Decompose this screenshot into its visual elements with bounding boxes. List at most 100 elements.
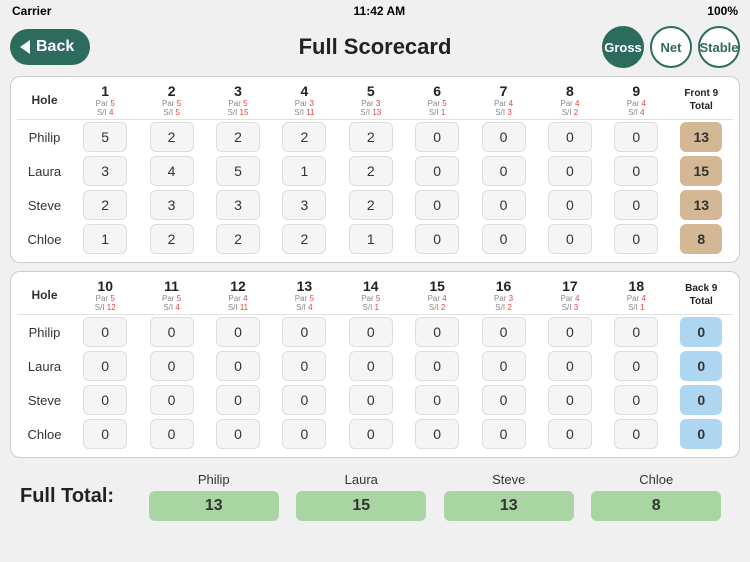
chloe-f9[interactable]: 0 xyxy=(603,222,669,256)
hole-17-header: 17 Par 4 S/I 3 xyxy=(537,278,603,315)
steve-f2[interactable]: 3 xyxy=(138,188,204,222)
steve-total-name: Steve xyxy=(492,472,525,487)
steve-b12[interactable]: 0 xyxy=(205,383,271,417)
steve-f5[interactable]: 2 xyxy=(338,188,404,222)
steve-b10[interactable]: 0 xyxy=(72,383,138,417)
chloe-b10[interactable]: 0 xyxy=(72,417,138,451)
chloe-b17[interactable]: 0 xyxy=(537,417,603,451)
laura-f2[interactable]: 4 xyxy=(138,154,204,188)
laura-b10[interactable]: 0 xyxy=(72,349,138,383)
chloe-f6[interactable]: 0 xyxy=(404,222,470,256)
philip-b12[interactable]: 0 xyxy=(205,315,271,350)
laura-back-total: 0 xyxy=(670,349,733,383)
full-total-label: Full Total: xyxy=(20,485,140,508)
philip-f8[interactable]: 0 xyxy=(537,120,603,155)
front-nine-header-row: Hole 1 Par 5 S/I 4 2 Par 5 S/I 5 xyxy=(17,83,733,120)
laura-f1[interactable]: 3 xyxy=(72,154,138,188)
steve-b14[interactable]: 0 xyxy=(338,383,404,417)
hole-1-header: 1 Par 5 S/I 4 xyxy=(72,83,138,120)
hole-18-header: 18 Par 4 S/I 1 xyxy=(603,278,669,315)
laura-f4[interactable]: 1 xyxy=(271,154,337,188)
philip-b14[interactable]: 0 xyxy=(338,315,404,350)
chloe-b15[interactable]: 0 xyxy=(404,417,470,451)
philip-b11[interactable]: 0 xyxy=(138,315,204,350)
laura-back-row: Laura 0 0 0 0 0 0 0 0 0 0 xyxy=(17,349,733,383)
chloe-front-total: 8 xyxy=(670,222,733,256)
laura-f9[interactable]: 0 xyxy=(603,154,669,188)
philip-f6[interactable]: 0 xyxy=(404,120,470,155)
philip-name: Philip xyxy=(17,120,72,155)
chloe-f1[interactable]: 1 xyxy=(72,222,138,256)
net-button[interactable]: Net xyxy=(650,26,692,68)
philip-f3[interactable]: 2 xyxy=(205,120,271,155)
laura-b17[interactable]: 0 xyxy=(537,349,603,383)
chloe-f7[interactable]: 0 xyxy=(470,222,536,256)
hole-7-header: 7 Par 4 S/I 3 xyxy=(470,83,536,120)
chloe-total-value: 8 xyxy=(591,491,721,521)
steve-b18[interactable]: 0 xyxy=(603,383,669,417)
philip-f4[interactable]: 2 xyxy=(271,120,337,155)
hole-15-header: 15 Par 4 S/I 2 xyxy=(404,278,470,315)
philip-b10[interactable]: 0 xyxy=(72,315,138,350)
laura-b11[interactable]: 0 xyxy=(138,349,204,383)
chloe-back-total: 0 xyxy=(670,417,733,451)
chloe-b14[interactable]: 0 xyxy=(338,417,404,451)
gross-button[interactable]: Gross xyxy=(602,26,644,68)
chloe-front-row: Chloe 1 2 2 2 1 0 0 0 0 8 xyxy=(17,222,733,256)
back-button[interactable]: Back xyxy=(10,29,90,65)
chloe-f4[interactable]: 2 xyxy=(271,222,337,256)
philip-f5[interactable]: 2 xyxy=(338,120,404,155)
philip-f2[interactable]: 2 xyxy=(138,120,204,155)
chloe-b11[interactable]: 0 xyxy=(138,417,204,451)
chloe-b16[interactable]: 0 xyxy=(470,417,536,451)
philip-f7[interactable]: 0 xyxy=(470,120,536,155)
steve-b11[interactable]: 0 xyxy=(138,383,204,417)
steve-f3[interactable]: 3 xyxy=(205,188,271,222)
steve-f9[interactable]: 0 xyxy=(603,188,669,222)
steve-b16[interactable]: 0 xyxy=(470,383,536,417)
chloe-f5[interactable]: 1 xyxy=(338,222,404,256)
philip-b18[interactable]: 0 xyxy=(603,315,669,350)
steve-b17[interactable]: 0 xyxy=(537,383,603,417)
chloe-b18[interactable]: 0 xyxy=(603,417,669,451)
steve-front-total: 13 xyxy=(670,188,733,222)
steve-f1[interactable]: 2 xyxy=(72,188,138,222)
philip-f9[interactable]: 0 xyxy=(603,120,669,155)
hole-3-header: 3 Par 5 S/I 15 xyxy=(205,83,271,120)
philip-b16[interactable]: 0 xyxy=(470,315,536,350)
steve-total-value: 13 xyxy=(444,491,574,521)
chloe-f2[interactable]: 2 xyxy=(138,222,204,256)
philip-b15[interactable]: 0 xyxy=(404,315,470,350)
chloe-f3[interactable]: 2 xyxy=(205,222,271,256)
philip-b17[interactable]: 0 xyxy=(537,315,603,350)
laura-f7[interactable]: 0 xyxy=(470,154,536,188)
philip-b13[interactable]: 0 xyxy=(271,315,337,350)
status-bar: Carrier 11:42 AM 100% xyxy=(0,0,750,22)
stable-button[interactable]: Stable xyxy=(698,26,740,68)
laura-b12[interactable]: 0 xyxy=(205,349,271,383)
philip-total-name: Philip xyxy=(198,472,230,487)
steve-f8[interactable]: 0 xyxy=(537,188,603,222)
laura-b13[interactable]: 0 xyxy=(271,349,337,383)
laura-b18[interactable]: 0 xyxy=(603,349,669,383)
hole-10-header: 10 Par 5 S/I 12 xyxy=(72,278,138,315)
chloe-b13[interactable]: 0 xyxy=(271,417,337,451)
steve-f7[interactable]: 0 xyxy=(470,188,536,222)
steve-f4[interactable]: 3 xyxy=(271,188,337,222)
steve-f6[interactable]: 0 xyxy=(404,188,470,222)
philip-f1[interactable]: 5 xyxy=(72,120,138,155)
hole-2-header: 2 Par 5 S/I 5 xyxy=(138,83,204,120)
laura-f6[interactable]: 0 xyxy=(404,154,470,188)
steve-b13[interactable]: 0 xyxy=(271,383,337,417)
steve-back-row: Steve 0 0 0 0 0 0 0 0 0 0 xyxy=(17,383,733,417)
laura-f3[interactable]: 5 xyxy=(205,154,271,188)
steve-b15[interactable]: 0 xyxy=(404,383,470,417)
chloe-b12[interactable]: 0 xyxy=(205,417,271,451)
laura-f5[interactable]: 2 xyxy=(338,154,404,188)
steve-front-row: Steve 2 3 3 3 2 0 0 0 0 13 xyxy=(17,188,733,222)
laura-b16[interactable]: 0 xyxy=(470,349,536,383)
chloe-f8[interactable]: 0 xyxy=(537,222,603,256)
laura-b15[interactable]: 0 xyxy=(404,349,470,383)
laura-b14[interactable]: 0 xyxy=(338,349,404,383)
laura-f8[interactable]: 0 xyxy=(537,154,603,188)
